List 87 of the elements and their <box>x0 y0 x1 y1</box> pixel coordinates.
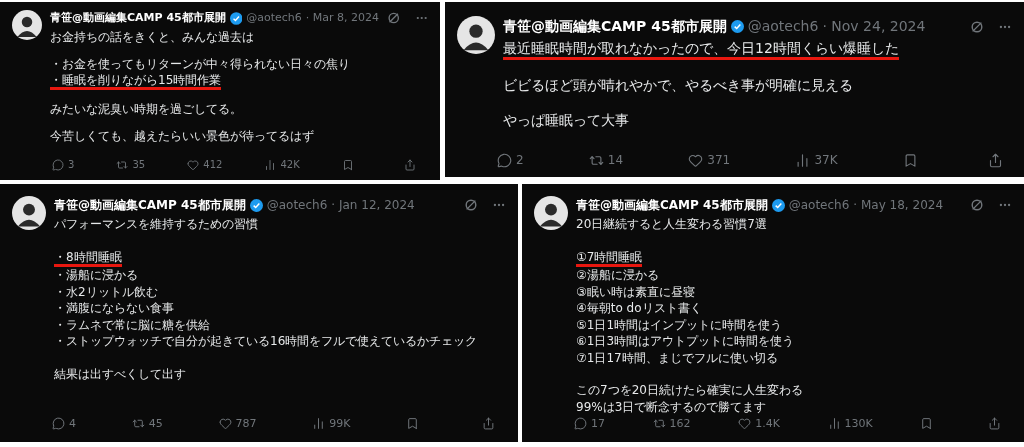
action-count: 371 <box>707 152 731 169</box>
post-text-line: ⑥1日3時間はアウトプットに時間を使う <box>576 333 795 350</box>
action-count: 37K <box>814 152 838 169</box>
slashed-circle-icon[interactable] <box>387 11 401 26</box>
avatar[interactable] <box>12 196 46 230</box>
share-icon <box>481 417 495 431</box>
action-count: 45 <box>148 415 163 432</box>
bookmark-icon <box>341 158 354 171</box>
post-text-line: 99%は3日で断念するので勝てます <box>576 398 767 415</box>
post-text-line: ・ラムネで常に脳に糖を供給 <box>54 316 210 333</box>
heart-icon <box>738 417 752 431</box>
avatar[interactable] <box>457 16 495 54</box>
verified-badge-icon <box>249 198 263 212</box>
post-text-line: ・お金を使ってもリターンが中々得られない日々の焦り <box>50 55 350 72</box>
post-text-line: ⑦1日17時間、まじでフルに使い切る <box>576 349 778 366</box>
share-icon <box>403 158 416 171</box>
action-count: 4 <box>69 415 76 432</box>
repost-icon <box>116 158 129 171</box>
reply-icon <box>497 152 512 168</box>
action-count: 3 <box>68 158 75 172</box>
post-text-line: 今苦しくても、越えたらいい景色が待ってるはず <box>50 127 314 144</box>
post-text-line: 結果は出すべくして出す <box>54 365 186 382</box>
avatar[interactable] <box>534 196 568 230</box>
author-handle[interactable]: @aotech6 <box>747 16 819 37</box>
action-count: 17 <box>591 415 605 432</box>
post-text-line: 20日継続すると人生変わる習慣7選 <box>576 216 767 233</box>
post-date[interactable]: · Jan 12, 2024 <box>331 196 415 214</box>
post-text-line: ③眠い時は素直に昼寝 <box>576 283 695 300</box>
heart-icon <box>187 158 200 171</box>
action-count: 35 <box>132 158 146 172</box>
bookmark-icon <box>406 417 420 431</box>
views-icon <box>827 417 841 431</box>
post-text-line: ・ストップウォッチで自分が起きている16時間をフルで使えているかチェック <box>54 333 478 350</box>
author-name[interactable]: 青笹@動画編集CAMP 45都市展開 <box>503 16 727 37</box>
slashed-circle-icon[interactable] <box>970 19 984 34</box>
post-text-line: ・睡眠を削りながら15時間作業 <box>50 71 222 88</box>
author-handle[interactable]: @aotech6 <box>246 10 302 27</box>
post-text-line: パフォーマンスを維持するための習慣 <box>54 216 258 233</box>
action-count: 162 <box>669 415 691 432</box>
post-text-line: ・水2リットル飲む <box>54 283 158 300</box>
post-text-line: ・満腹にならない食事 <box>54 300 174 317</box>
heart-icon <box>218 417 232 431</box>
verified-badge-icon <box>229 11 243 25</box>
bookmark-icon <box>902 152 918 168</box>
post-text-line: ④毎朝to doリスト書く <box>576 300 702 317</box>
action-count: 99K <box>329 415 351 432</box>
post-text-line: 最近睡眠時間が取れなかったので、今日12時間くらい爆睡した <box>503 39 899 58</box>
action-count: 14 <box>607 152 624 169</box>
views-icon <box>312 417 326 431</box>
action-count: 2 <box>516 152 524 169</box>
reply-icon <box>52 158 64 171</box>
slashed-circle-icon[interactable] <box>464 198 478 212</box>
avatar[interactable] <box>12 10 42 40</box>
post-text-line: ・湯船に浸かる <box>54 267 138 284</box>
post-date[interactable]: · May 18, 2024 <box>853 196 944 214</box>
post-text-line: ①7時間睡眠 <box>576 248 643 265</box>
action-count: 42K <box>280 158 300 172</box>
post-text-line: お金持ちの話をきくと、みんな過去は <box>50 28 254 45</box>
post-text-line: ・8時間睡眠 <box>54 248 122 265</box>
post-text-line: ⑤1日1時間はインプットに時間を使う <box>576 316 783 333</box>
post-text-line: ビビるほど頭が晴れやかで、やるべき事が明確に見える <box>503 76 853 95</box>
views-icon <box>795 152 811 168</box>
post-text-line: やっぱ睡眠って大事 <box>503 111 629 130</box>
author-name[interactable]: 青笹@動画編集CAMP 45都市展開 <box>576 196 768 214</box>
post-date[interactable]: · Nov 24, 2024 <box>822 16 926 37</box>
slashed-circle-icon[interactable] <box>970 198 984 212</box>
post-text-line: ②湯船に浸かる <box>576 267 659 284</box>
views-icon <box>264 158 277 171</box>
post-date[interactable]: · Mar 8, 2024 <box>305 10 380 27</box>
author-name[interactable]: 青笹@動画編集CAMP 45都市展開 <box>50 10 226 27</box>
reply-icon <box>574 417 587 431</box>
verified-badge-icon <box>730 20 744 33</box>
heart-icon <box>688 152 704 168</box>
action-count: 787 <box>235 415 257 432</box>
author-handle[interactable]: @aotech6 <box>266 196 328 214</box>
share-icon <box>988 417 1001 431</box>
reply-icon <box>52 417 65 431</box>
share-icon <box>988 152 1003 168</box>
post-text-line: この7つを20日続けたら確実に人生変わる <box>576 382 803 399</box>
action-count: 130K <box>844 415 873 432</box>
author-handle[interactable]: @aotech6 <box>788 196 850 214</box>
author-name[interactable]: 青笹@動画編集CAMP 45都市展開 <box>54 196 246 214</box>
action-count: 412 <box>203 158 223 172</box>
bookmark-icon <box>920 417 934 431</box>
verified-badge-icon <box>771 198 785 212</box>
action-count: 1.4K <box>755 415 780 432</box>
post-text-line: みたいな泥臭い時期を過ごしてる。 <box>50 100 242 117</box>
